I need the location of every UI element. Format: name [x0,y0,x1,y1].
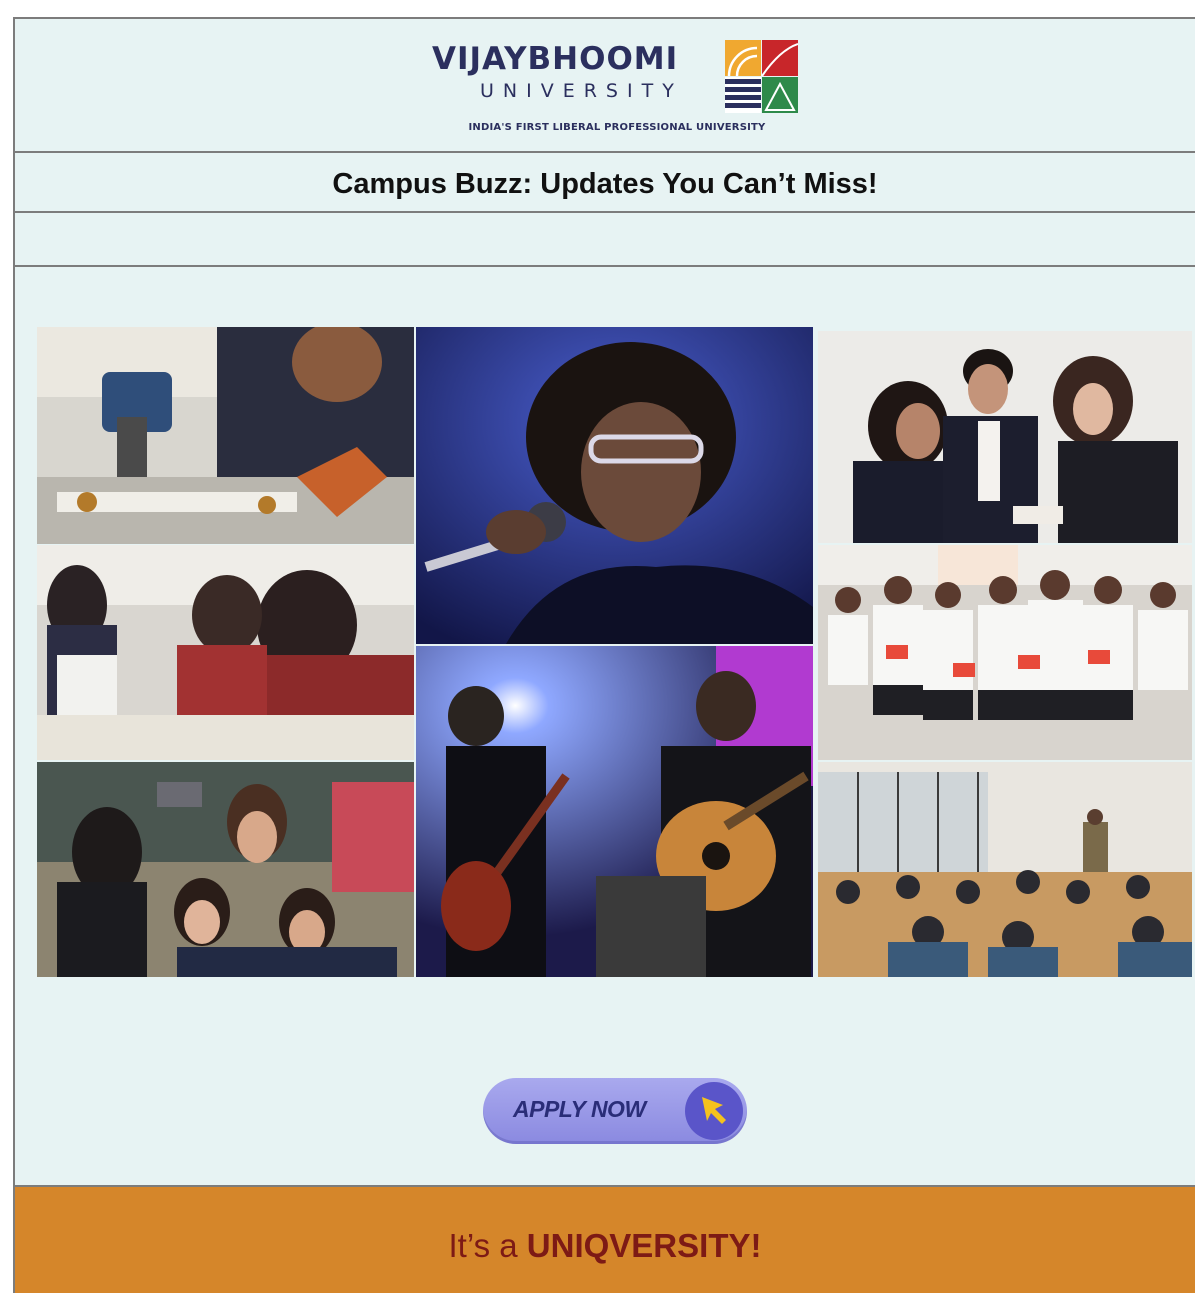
divider [13,17,1195,19]
classroom-exam-photo[interactable] [37,545,414,760]
logo-subtitle: UNIVERSITY [480,80,683,102]
footer-highlight: UNIQVERSITY! [526,1227,762,1264]
footer-slogan: It’s a UNIQVERSITY! [15,1227,1195,1265]
apply-now-label: APPLY NOW [513,1096,646,1122]
singer-concert-photo[interactable] [416,327,813,644]
footer-prefix: It’s a [448,1227,527,1264]
guitar-band-photo[interactable] [416,646,813,977]
logo-tagline: INDIA'S FIRST LIBERAL PROFESSIONAL UNIVE… [468,122,766,133]
logo-mark-icon [725,40,798,113]
lecture-hall-photo[interactable] [818,762,1192,977]
business-students-photo[interactable] [818,331,1192,543]
apply-now-button[interactable]: APPLY NOW [483,1078,747,1144]
cursor-arrow-icon [685,1082,743,1140]
divider [13,265,1195,267]
footer-banner: It’s a UNIQVERSITY! [15,1187,1195,1293]
university-logo[interactable]: VIJAYBHOOMI UNIVERSITY INDIA'S FIRST LIB… [418,36,808,136]
page-title: Campus Buzz: Updates You Can’t Miss! [332,167,878,200]
selfie-group-photo[interactable] [37,762,414,977]
logo-title: VIJAYBHOOMI [432,41,679,77]
divider [13,151,1195,153]
drone-building-photo[interactable] [37,327,414,544]
marathon-run-photo[interactable] [818,545,1192,760]
